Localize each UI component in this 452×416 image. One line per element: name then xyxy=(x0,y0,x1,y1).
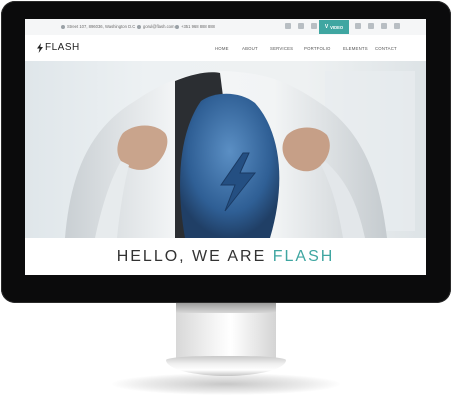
instagram-icon[interactable] xyxy=(381,23,387,29)
rss-icon[interactable] xyxy=(355,23,361,29)
video-button-label: VIDEO xyxy=(330,24,344,30)
headline-prefix: HELLO, WE ARE xyxy=(116,248,267,265)
video-button[interactable]: V VIDEO xyxy=(319,20,349,34)
location-icon xyxy=(61,24,65,29)
nav-item-about[interactable]: ABOUT xyxy=(242,46,258,51)
hero-banner xyxy=(25,61,426,238)
social-icons-left xyxy=(285,23,317,29)
main-navbar: FLASH HOME ABOUT SERVICES PORTFOLIO ELEM… xyxy=(25,35,426,62)
headline-accent: FLASH xyxy=(272,248,335,265)
address-text: Street 107, 896036, Washington D.C xyxy=(67,24,136,29)
top-info-bar: Street 107, 896036, Washington D.C gorul… xyxy=(25,19,426,36)
nav-item-home[interactable]: HOME xyxy=(215,46,229,51)
nav-item-portfolio[interactable]: PORTFOLIO xyxy=(304,46,331,51)
linkedin-icon[interactable] xyxy=(311,23,317,29)
phone-icon xyxy=(175,24,179,29)
vimeo-icon: V xyxy=(324,24,329,30)
email-text[interactable]: gorul@flash.com xyxy=(143,24,174,29)
hero-image xyxy=(65,71,415,238)
logo-text: FLASH xyxy=(45,42,80,53)
site-logo[interactable]: FLASH xyxy=(37,42,80,53)
stand-shadow xyxy=(176,303,276,313)
mail-icon xyxy=(137,24,141,29)
base-shadow xyxy=(112,373,340,395)
nav-item-contact[interactable]: CONTACT xyxy=(375,46,397,51)
dribbble-icon[interactable] xyxy=(368,23,374,29)
nav-item-elements[interactable]: ELEMENTS xyxy=(343,46,368,51)
email-item[interactable]: gorul@flash.com xyxy=(137,24,174,29)
social-icons-right xyxy=(355,23,400,29)
twitter-icon[interactable] xyxy=(298,23,304,29)
phone-text: +351 968 888 888 xyxy=(181,24,215,29)
bolt-icon xyxy=(37,42,43,53)
skype-icon[interactable] xyxy=(394,23,400,29)
phone-item: +351 968 888 888 xyxy=(175,24,215,29)
facebook-icon[interactable] xyxy=(285,23,291,29)
hero-headline: HELLO, WE ARE FLASH xyxy=(25,248,426,266)
monitor-bezel: Street 107, 896036, Washington D.C gorul… xyxy=(1,1,451,303)
address-item: Street 107, 896036, Washington D.C xyxy=(61,24,135,29)
website-screen: Street 107, 896036, Washington D.C gorul… xyxy=(25,19,426,275)
nav-item-services[interactable]: SERVICES xyxy=(270,46,293,51)
